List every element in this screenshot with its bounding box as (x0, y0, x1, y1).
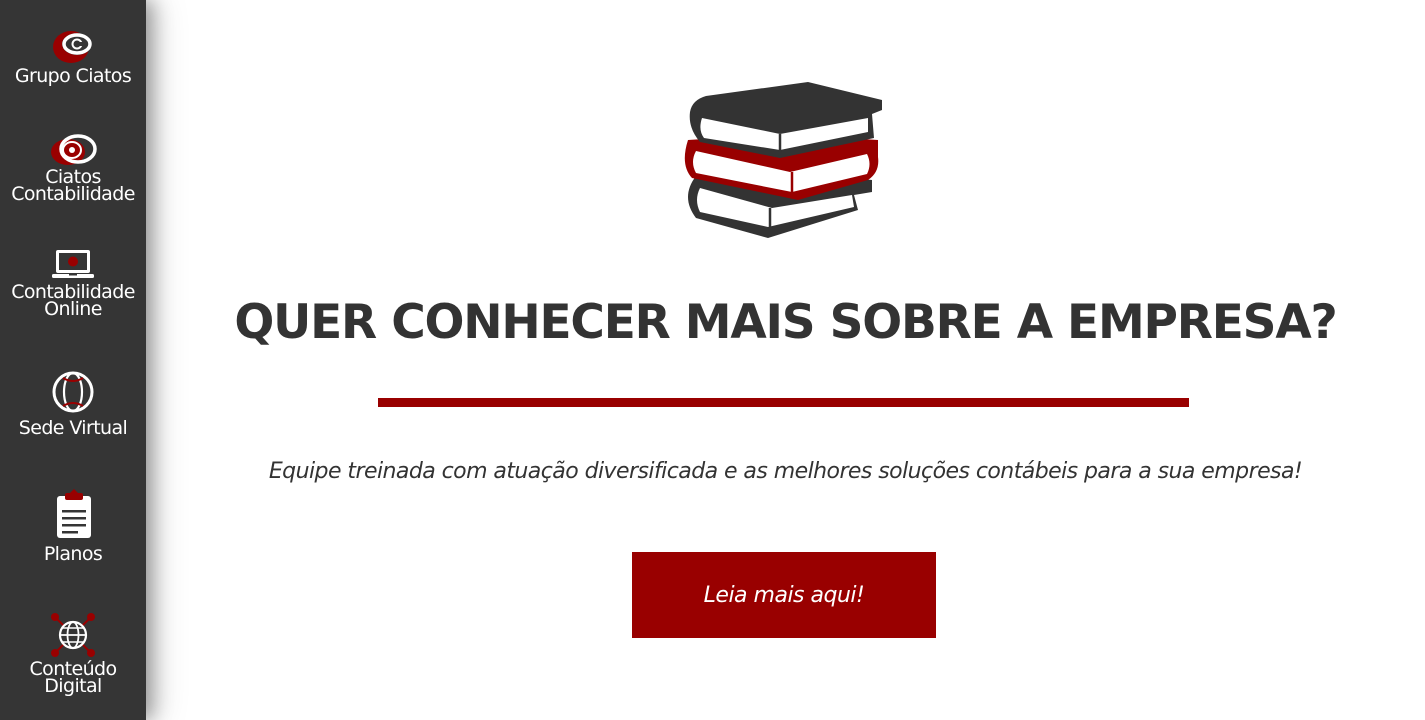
laptop-icon (52, 250, 94, 278)
clipboard-icon (57, 489, 91, 538)
tagline-text: Equipe treinada com atuação diversificad… (268, 459, 1303, 484)
main-content: QUER CONHECER MAIS SOBRE A EMPRESA? Equi… (146, 0, 1425, 720)
sidebar-item-sede-virtual[interactable]: Sede Virtual (0, 370, 146, 439)
read-more-button[interactable]: Leia mais aqui! (632, 552, 936, 638)
sidebar-item-label: Planos (43, 543, 103, 565)
sidebar-item-conteudo-digital[interactable]: Conteúdo Digital (0, 612, 146, 697)
page-headline: QUER CONHECER MAIS SOBRE A EMPRESA? (234, 295, 1337, 350)
sidebar-item-planos[interactable]: Planos (0, 488, 146, 565)
globe-outline-icon (52, 371, 94, 413)
sidebar-item-label: Conteúdo Digital (29, 658, 118, 697)
sidebar-item-label: Contabilidade Online (11, 281, 135, 320)
sidebar-item-label: Sede Virtual (18, 417, 128, 439)
sidebar-item-label: Grupo Ciatos (14, 65, 132, 87)
sidebar-item-label: Ciatos Contabilidade (11, 166, 135, 205)
ciatos-contabilidade-logo-icon (51, 134, 97, 165)
ciatos-logo-icon (53, 31, 92, 63)
network-globe-icon (51, 613, 95, 657)
sidebar-item-ciatos-contabilidade[interactable]: Ciatos Contabilidade (0, 131, 146, 205)
sidebar-nav: Grupo Ciatos Ciatos Contabilidade Contab… (0, 0, 146, 720)
stacked-books-icon (684, 82, 882, 238)
sidebar-item-grupo-ciatos[interactable]: Grupo Ciatos (0, 28, 146, 87)
sidebar-item-contabilidade-online[interactable]: Contabilidade Online (0, 246, 146, 320)
headline-divider (378, 398, 1189, 407)
